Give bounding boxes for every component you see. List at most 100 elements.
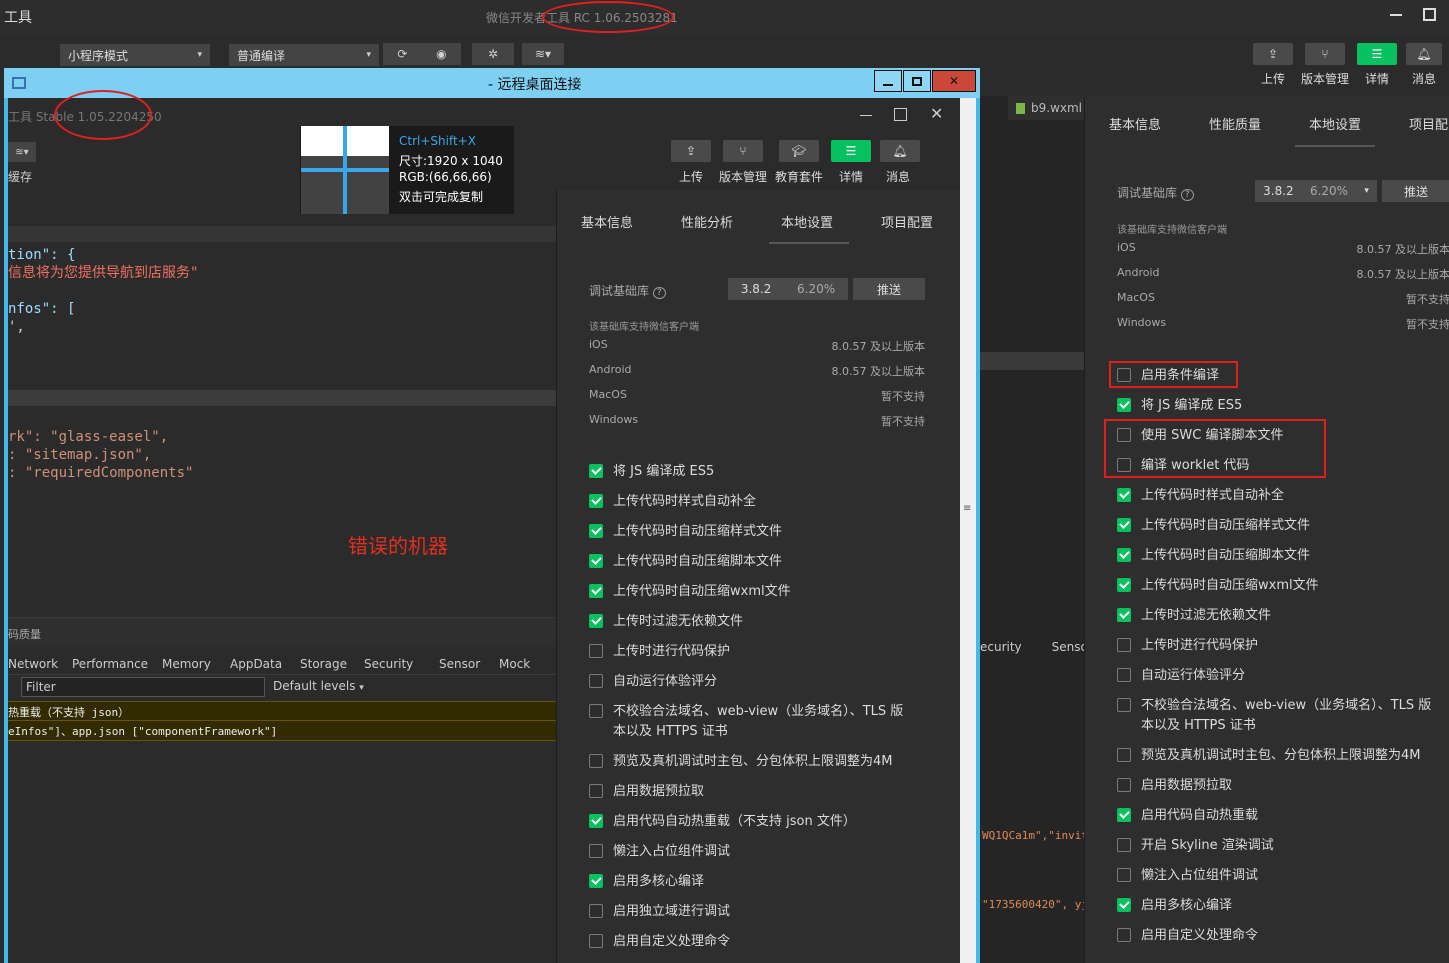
- inner-scrollbar[interactable]: [960, 98, 976, 963]
- setting-row[interactable]: 上传时进行代码保护: [1117, 636, 1258, 656]
- checkbox-unchecked[interactable]: [589, 674, 603, 688]
- tab-basic-info[interactable]: 基本信息: [581, 212, 681, 231]
- setting-row[interactable]: 自动运行体验评分: [589, 672, 717, 692]
- checkbox-unchecked[interactable]: [589, 904, 603, 918]
- tab-project-config[interactable]: 项目配置: [881, 212, 951, 231]
- checkbox-unchecked[interactable]: [1117, 748, 1131, 762]
- inner-close-icon[interactable]: ✕: [930, 104, 943, 123]
- devtools-tab-memory[interactable]: Memory: [162, 657, 230, 671]
- setting-row[interactable]: 自动运行体验评分: [1117, 666, 1245, 686]
- setting-row[interactable]: 上传代码时自动压缩样式文件: [589, 522, 782, 542]
- setting-row[interactable]: 启用数据预拉取: [589, 782, 704, 802]
- setting-row[interactable]: 启用自定义处理命令: [1117, 926, 1258, 946]
- checkbox-checked[interactable]: [1117, 608, 1131, 622]
- setting-row[interactable]: 上传代码时样式自动补全: [1117, 486, 1284, 506]
- checkbox-unchecked[interactable]: [589, 754, 603, 768]
- setting-row[interactable]: 懒注入占位组件调试: [589, 842, 730, 862]
- maximize-icon[interactable]: [1423, 8, 1436, 21]
- lib-version-select[interactable]: 3.8.2 6.20%: [728, 278, 848, 300]
- mode-select[interactable]: 小程序模式 ▾: [60, 44, 210, 66]
- setting-row[interactable]: 启用多核心编译: [589, 872, 704, 892]
- lib-version-select[interactable]: 3.8.2 6.20% ▾: [1255, 180, 1377, 202]
- tab-performance[interactable]: 性能分析: [681, 212, 781, 231]
- checkbox-unchecked[interactable]: [589, 704, 603, 718]
- compile-select[interactable]: 普通编译 ▾: [229, 44, 379, 66]
- checkbox-checked[interactable]: [589, 464, 603, 478]
- checkbox-checked[interactable]: [1117, 488, 1131, 502]
- setting-row[interactable]: 启用多核心编译: [1117, 896, 1232, 916]
- eye-icon[interactable]: ◉: [436, 47, 446, 61]
- tab-quality[interactable]: 性能质量: [1209, 114, 1309, 133]
- outer-devtools-tab[interactable]: ecurity: [980, 640, 1022, 654]
- setting-row[interactable]: 预览及真机调试时主包、分包体积上限调整为4M: [589, 752, 893, 772]
- messages-button[interactable]: 🔔︎: [1406, 43, 1442, 65]
- checkbox-checked[interactable]: [1117, 398, 1131, 412]
- devtools-tab-storage[interactable]: Storage: [300, 657, 364, 671]
- messages-button[interactable]: 🔔︎: [880, 140, 920, 162]
- checkbox-unchecked[interactable]: [1117, 638, 1131, 652]
- refresh-icon[interactable]: ⟳: [397, 47, 407, 61]
- setting-row[interactable]: 启用代码自动热重载: [1117, 806, 1258, 826]
- push-button[interactable]: 推送: [1382, 180, 1449, 202]
- tab-basic-info[interactable]: 基本信息: [1109, 114, 1209, 133]
- devtools-tab-security[interactable]: Security: [364, 657, 439, 671]
- setting-row[interactable]: 不校验合法域名、web-view（业务域名）、TLS 版本以及 HTTPS 证书: [1117, 696, 1431, 736]
- upload-button[interactable]: ⇪: [671, 140, 711, 162]
- tab-project-config[interactable]: 项目配: [1409, 114, 1449, 133]
- help-icon[interactable]: ?: [1180, 189, 1194, 201]
- checkbox-unchecked[interactable]: [1117, 928, 1131, 942]
- setting-row[interactable]: 上传代码时自动压缩脚本文件: [589, 552, 782, 572]
- setting-row[interactable]: 上传代码时自动压缩脚本文件: [1117, 546, 1310, 566]
- devtools-tab-appdata[interactable]: AppData: [230, 657, 300, 671]
- debug-button[interactable]: ✲: [472, 43, 514, 65]
- setting-row[interactable]: 将 JS 编译成 ES5: [1117, 396, 1242, 416]
- push-button[interactable]: 推送: [853, 278, 925, 300]
- levels-select[interactable]: Default levels ▾: [273, 679, 364, 693]
- refresh-eye-group[interactable]: ⟳ ◉: [383, 43, 461, 65]
- checkbox-unchecked[interactable]: [589, 934, 603, 948]
- version-button[interactable]: ⑂: [723, 140, 763, 162]
- setting-row[interactable]: 启用数据预拉取: [1117, 776, 1232, 796]
- education-button[interactable]: 🎓︎: [779, 140, 819, 162]
- setting-row[interactable]: 上传时过滤无依赖文件: [1117, 606, 1271, 626]
- devtools-tab-mock[interactable]: Mock: [499, 657, 539, 671]
- inner-dropdown[interactable]: ≋▾: [8, 142, 36, 162]
- help-icon[interactable]: ?: [652, 287, 666, 299]
- remote-min-button[interactable]: [874, 70, 902, 92]
- setting-row[interactable]: 不校验合法域名、web-view（业务域名）、TLS 版本以及 HTTPS 证书: [589, 702, 903, 742]
- details-button[interactable]: ☰: [1357, 43, 1397, 65]
- checkbox-unchecked[interactable]: [589, 784, 603, 798]
- setting-row[interactable]: 开启 Skyline 渲染调试: [1117, 836, 1274, 856]
- checkbox-checked[interactable]: [589, 874, 603, 888]
- checkbox-checked[interactable]: [1117, 808, 1131, 822]
- setting-row[interactable]: 启用自定义处理命令: [589, 932, 730, 952]
- setting-row[interactable]: 启用代码自动热重载（不支持 json 文件）: [589, 812, 856, 832]
- checkbox-checked[interactable]: [589, 614, 603, 628]
- checkbox-unchecked[interactable]: [1117, 868, 1131, 882]
- devtools-tab-network[interactable]: Network: [8, 657, 72, 671]
- setting-row[interactable]: 上传时过滤无依赖文件: [589, 612, 743, 632]
- tab-local-settings[interactable]: 本地设置: [1309, 114, 1409, 133]
- checkbox-unchecked[interactable]: [1117, 698, 1131, 712]
- version-button[interactable]: ⑂: [1305, 43, 1345, 65]
- setting-row[interactable]: 启用独立域进行调试: [589, 902, 730, 922]
- checkbox-unchecked[interactable]: [1117, 668, 1131, 682]
- checkbox-checked[interactable]: [1117, 518, 1131, 532]
- checkbox-checked[interactable]: [589, 554, 603, 568]
- remote-close-button[interactable]: ✕: [932, 70, 976, 92]
- checkbox-checked[interactable]: [589, 524, 603, 538]
- editor-tab[interactable]: b9.wxml: [1008, 96, 1084, 120]
- minimize-icon[interactable]: [1390, 14, 1402, 16]
- outer-devtools-tab[interactable]: Senso: [1052, 640, 1088, 654]
- setting-row[interactable]: 上传代码时自动压缩样式文件: [1117, 516, 1310, 536]
- checkbox-unchecked[interactable]: [589, 644, 603, 658]
- checkbox-checked[interactable]: [589, 584, 603, 598]
- inner-min-icon[interactable]: [860, 115, 872, 116]
- setting-row[interactable]: 将 JS 编译成 ES5: [589, 462, 714, 482]
- checkbox-checked[interactable]: [1117, 898, 1131, 912]
- remote-max-button[interactable]: [903, 70, 931, 92]
- devtools-tab-performance[interactable]: Performance: [72, 657, 162, 671]
- checkbox-checked[interactable]: [589, 494, 603, 508]
- checkbox-checked[interactable]: [589, 814, 603, 828]
- filter-input[interactable]: Filter: [21, 677, 265, 697]
